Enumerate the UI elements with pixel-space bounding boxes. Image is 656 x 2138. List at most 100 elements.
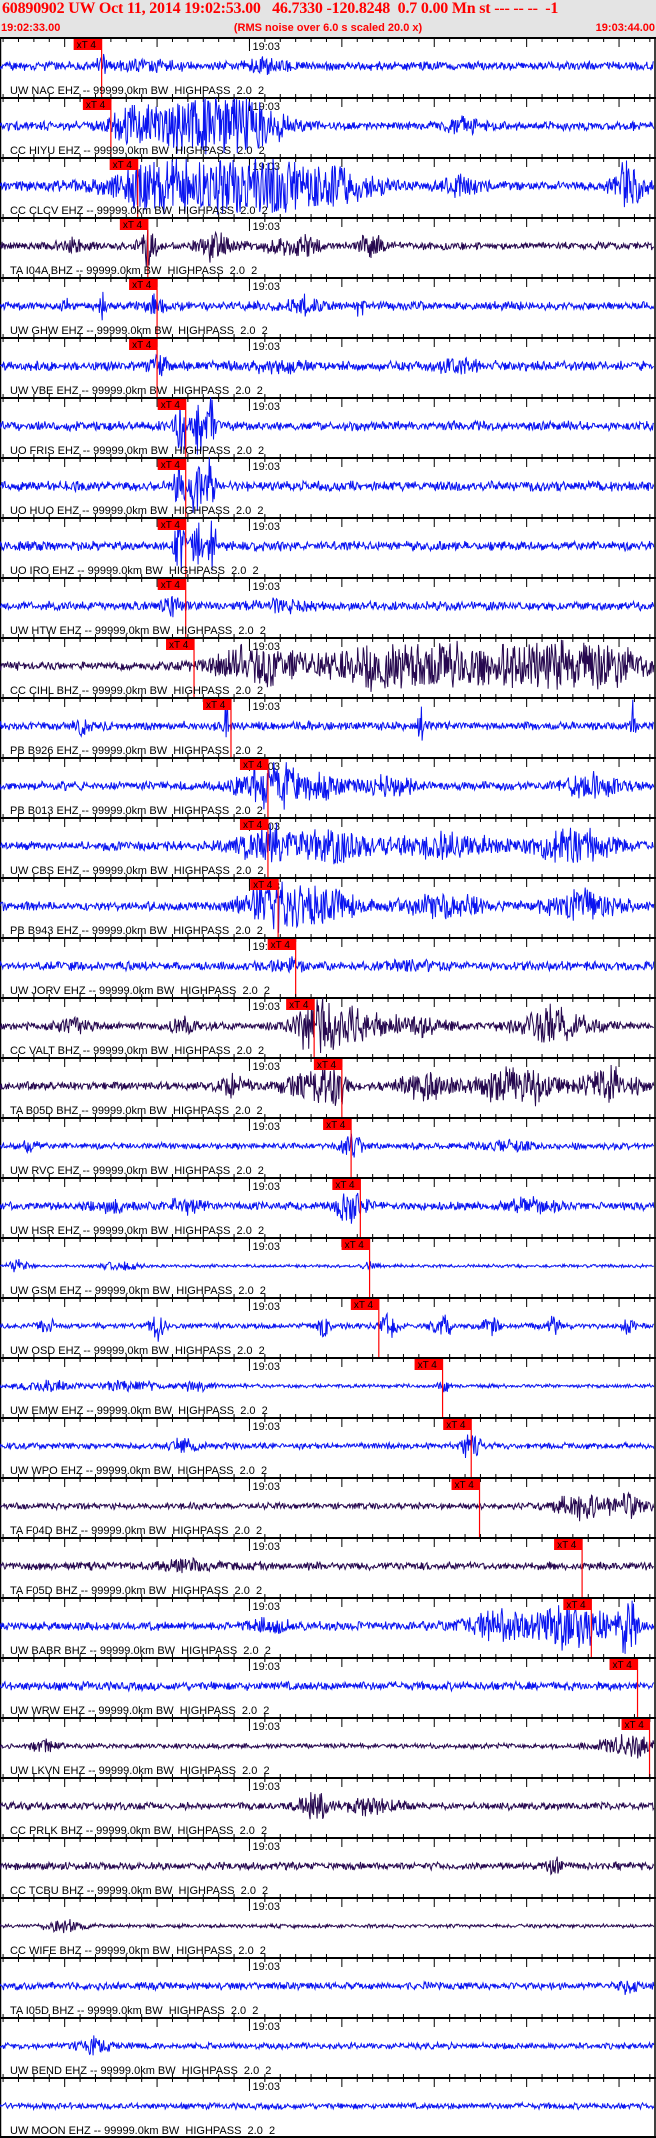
trace-panel[interactable]: 19:03 xT 4 UW WPO EHZ -- 99999.0km BW HIGH… (0, 1414, 656, 1478)
trace-panel[interactable]: 19:03 CC TCBU BHZ -- 99999.0km BW HIGHPAS… (0, 1834, 656, 1897)
trace-panel[interactable]: 19:03xT 4PB B943 EHZ -- 99999.0km BW HIG… (0, 874, 656, 938)
waveform (0, 1856, 655, 1876)
trace-panel[interactable]: 19:03xT 4CC CLCV EHZ -- 99999.0km BW HIG… (0, 154, 656, 218)
event-title: 60890902 UW Oct 11, 2014 19:02:53.00 46.… (2, 0, 559, 17)
minute-label: 19:03 (252, 1721, 280, 1733)
minute-label: 19:03 (252, 1061, 280, 1073)
pick-label: xT 4 (557, 1540, 577, 1551)
trace-panel[interactable]: 19:03UW BEND EHZ -- 99999.0km BW HIGHPAS… (0, 2014, 656, 2077)
trace-panel[interactable]: 19:03 xT 4 CC HIYU EHZ -- 99999.0km BW HIG… (0, 94, 656, 158)
pick-label: xT 4 (317, 1060, 337, 1071)
trace-label: UW WPO EHZ -- 99999.0km BW HIGHPASS 2.0 … (10, 1465, 267, 1477)
trace-panel[interactable]: 19:03 xT 4 UW RVC EHZ -- 99999.0km BW HIGH… (0, 1114, 656, 1178)
waveform (0, 1259, 654, 1273)
trace-panel[interactable]: 19:03 xT 4 UW OSD EHZ -- 99999.0km BW HIGH… (0, 1294, 656, 1358)
trace-panel[interactable]: 19:03 xT 4UW LKVN EHZ -- 99999.0km BW HIG… (0, 1714, 656, 1778)
trace-panel[interactable]: 19:03 xT 4 UW GSM EHZ -- 99999.0km BW HIGH… (0, 1234, 656, 1298)
trace-panel[interactable]: 19:03 xT 4 UO FRIS EHZ -- 99999.0km BW HIG… (0, 394, 656, 458)
minute-label: 19:03 (252, 41, 280, 53)
trace-label: UW RVC EHZ -- 99999.0km BW HIGHPASS 2.0 … (10, 1165, 264, 1177)
pick-label: xT 4 (446, 1420, 466, 1431)
trace-panel[interactable]: 19:03 xT 4 TA F05D BHZ -- 99999.0km BW HIG… (0, 1534, 656, 1598)
minute-label: 19:03 (252, 281, 280, 293)
pick-label: xT 4 (161, 400, 181, 411)
waveform (0, 1919, 655, 1934)
waveform (0, 2035, 655, 2056)
pick-label: xT 4 (335, 1180, 355, 1191)
seismogram-plot: 19:03 xT 4 UW NAC EHZ -- 99999.0km BW HIGH… (0, 37, 656, 2138)
trace-label: UW HTW EHZ -- 99999.0km BW HIGHPASS 2.0 … (10, 625, 266, 637)
pick-label: xT 4 (132, 340, 152, 351)
trace-panel[interactable]: 19:03xT 4PB B013 EHZ -- 99999.0km BW HIG… (0, 754, 656, 818)
trace-panel[interactable]: 19:03 xT 4 TA I04A BHZ -- 99999.0km BW HIG… (0, 214, 656, 278)
trace-label: UW GHW EHZ -- 99999.0km BW HIGHPASS 2.0 … (10, 325, 268, 337)
trace-panel[interactable]: 19:03 xT 4 PB B926 EHZ -- 99999.0km BW HIG… (0, 694, 656, 758)
trace-label: PB B943 EHZ -- 99999.0km BW HIGHPASS 2.0… (10, 925, 263, 937)
trace-panel[interactable]: 19:03 xT 4 UW EMW EHZ -- 99999.0km BW HIGH… (0, 1354, 656, 1418)
minute-label: 19:03 (252, 1121, 280, 1133)
trace-panel[interactable]: 19:03xT 4UW JORV EHZ -- 99999.0km BW HIG… (0, 934, 656, 998)
trace-panel[interactable]: 19:03xT 4CC CIHL BHZ -- 99999.0km BW HIG… (0, 634, 656, 698)
minute-label: 19:03 (252, 1361, 280, 1373)
pick-label: xT 4 (566, 1600, 586, 1611)
minute-label: 19:03 (252, 581, 280, 593)
trace-label: PB B013 EHZ -- 99999.0km BW HIGHPASS 2.0… (10, 805, 263, 817)
minute-label: 19:03 (252, 1181, 280, 1193)
trace-panel[interactable]: 19:03 CC WIFE BHZ -- 99999.0km BW HIGHPAS… (0, 1894, 656, 1957)
trace-label: UO FRIS EHZ -- 99999.0km BW HIGHPASS 2.0… (10, 445, 264, 457)
trace-panel[interactable]: 19:03 xT 4 CC VALT BHZ -- 99999.0km BW HIG… (0, 994, 656, 1058)
waveform (0, 1311, 654, 1342)
pick-label: xT 4 (161, 460, 181, 471)
minute-label: 19:03 (252, 221, 280, 233)
trace-label: TA I05D BHZ -- 99999.0km BW HIGHPASS 2.0… (10, 2005, 258, 2017)
trace-label: TA I04A BHZ -- 99999.0km BW HIGHPASS 2.0… (10, 265, 257, 277)
minute-label: 19:03 (252, 341, 280, 353)
minute-label: 19:03 (252, 1661, 280, 1673)
waveform (0, 229, 655, 268)
minute-label: 19:03 (252, 1841, 280, 1853)
pick-label: xT 4 (206, 700, 226, 711)
minute-label: 19:03 (252, 1301, 280, 1313)
pick-label: xT 4 (161, 520, 181, 531)
waveform (0, 1679, 655, 1693)
trace-panel[interactable]: 19:03 CC PRLK BHZ -- 99999.0km BW HIGHPAS… (0, 1774, 656, 1837)
trace-label: TA B05D BHZ -- 99999.0km BW HIGHPASS 2.0… (10, 1105, 263, 1117)
minute-label: 19:03 (252, 701, 280, 713)
trace-panel[interactable]: 19:03 xT 4 UW HSR EHZ -- 99999.0km BW HIGH… (0, 1174, 656, 1238)
waveform (0, 1491, 655, 1522)
trace-panel[interactable]: 19:03 xT 4 UW HTW EHZ -- 99999.0km BW HIGH… (0, 574, 656, 638)
pick-label: xT 4 (161, 580, 181, 591)
trace-panel[interactable]: 19:03 xT 4 UW VBE EHZ -- 99999.0km BW HIGH… (0, 334, 656, 398)
waveform (0, 353, 655, 377)
trace-label: UW MOON EHZ -- 99999.0km BW HIGHPASS 2.0… (10, 2125, 275, 2137)
waveform (0, 1792, 655, 1820)
waveform (0, 823, 654, 865)
trace-panel[interactable]: 19:03 xT 4 UW NAC EHZ -- 99999.0km BW HIGH… (0, 37, 656, 98)
trace-panel[interactable]: 19:03 TA I05D BHZ -- 99999.0km BW HIGHPAS… (0, 1954, 656, 2017)
trace-panel[interactable]: 19:03 xT 4 UO IRO EHZ -- 99999.0km BW HIGH… (0, 514, 656, 578)
pick-label: xT 4 (289, 1000, 309, 1011)
waveform (0, 762, 655, 810)
pick-label: xT 4 (271, 940, 291, 951)
pick-label: xT 4 (613, 1660, 633, 1671)
waveform (0, 1192, 655, 1224)
trace-panel[interactable]: 19:03xT 4UW CBS EHZ -- 99999.0km BW HIGH… (0, 814, 656, 878)
minute-label: 19:03 (252, 461, 280, 473)
minute-label: 19:03 (252, 1001, 280, 1013)
trace-panel[interactable]: 19:03 xT 4 UO HUO EHZ -- 99999.0km BW HIGH… (0, 454, 656, 518)
trace-panel[interactable]: 19:03 xT 4 TA B05D BHZ -- 99999.0km BW HIG… (0, 1054, 656, 1118)
trace-label: UW GSM EHZ -- 99999.0km BW HIGHPASS 2.0 … (10, 1285, 266, 1297)
trace-panel[interactable]: 19:03 xT 4UW BABR BHZ -- 99999.0km BW HIG… (0, 1594, 656, 1658)
trace-label: PB B926 EHZ -- 99999.0km BW HIGHPASS 2.0… (10, 745, 263, 757)
trace-label: CC PRLK BHZ -- 99999.0km BW HIGHPASS 2.0… (10, 1825, 267, 1837)
pick-label: xT 4 (418, 1360, 438, 1371)
pick-label: xT 4 (326, 1120, 346, 1131)
trace-panel[interactable]: 19:03 xT 4UW WRW EHZ -- 99999.0km BW HIGH… (0, 1654, 656, 1718)
trace-panel[interactable]: 19:03 xT 4 UW GHW EHZ -- 99999.0km BW HIGH… (0, 274, 656, 338)
trace-panel[interactable]: 19:03 UW MOON EHZ -- 99999.0km BW HIGHPAS… (0, 2074, 656, 2137)
pick-label: xT 4 (625, 1720, 645, 1731)
trace-panel[interactable]: 19:03 xT 4 TA F04D BHZ -- 99999.0km BW HIG… (0, 1474, 656, 1538)
minute-label: 19:03 (252, 101, 280, 113)
trace-label: CC TCBU BHZ -- 99999.0km BW HIGHPASS 2.0… (10, 1885, 268, 1897)
pick-label: xT 4 (253, 880, 273, 891)
